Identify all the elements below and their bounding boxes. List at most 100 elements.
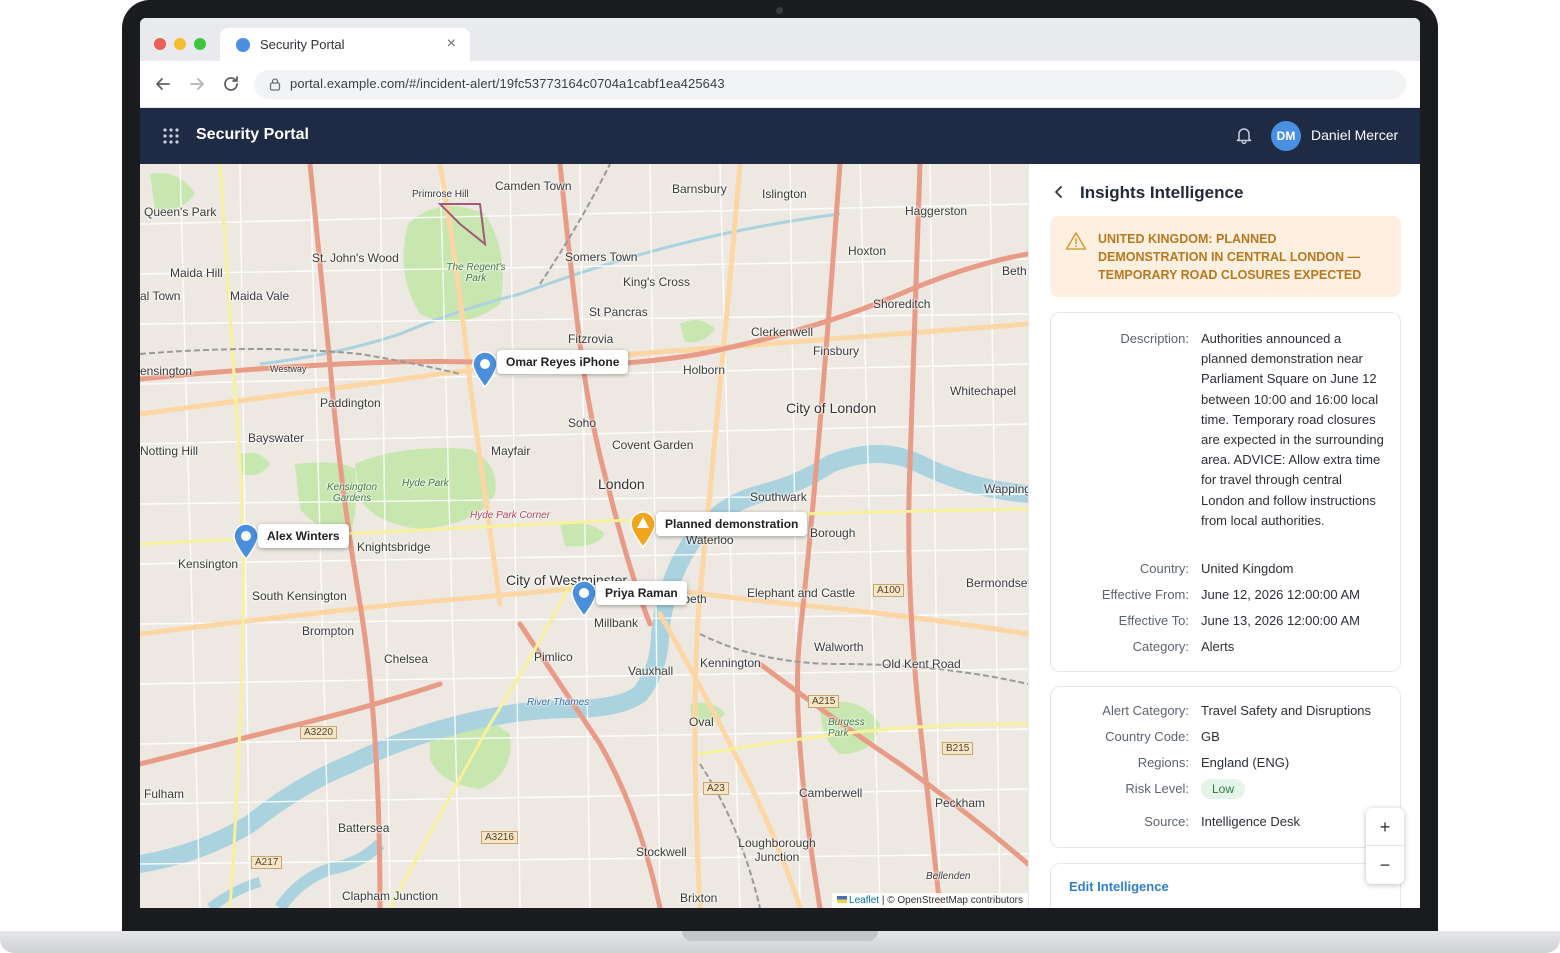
user-name[interactable]: Daniel Mercer xyxy=(1311,127,1398,143)
map-label: Bellenden xyxy=(926,871,971,882)
alert-banner: UNITED KINGDOM: PLANNED DEMONSTRATION IN… xyxy=(1050,216,1401,297)
reload-icon[interactable] xyxy=(220,73,242,95)
category-label: Category: xyxy=(1132,639,1189,654)
incident-pin-icon[interactable] xyxy=(629,510,657,548)
bell-icon[interactable] xyxy=(1234,125,1254,145)
actions-card: Edit Intelligence xyxy=(1050,863,1401,908)
map-label: Soho xyxy=(568,416,597,430)
url-text: portal.example.com/#/incident-alert/19fc… xyxy=(290,76,725,91)
browser-tabbar: Security Portal × xyxy=(140,18,1420,61)
map-label: Knightsbridge xyxy=(357,540,431,554)
country-label: Country: xyxy=(1139,561,1189,576)
map-label: City of London xyxy=(786,400,877,416)
map-label: ensington xyxy=(140,364,193,378)
map-label: Clerkenwell xyxy=(751,325,814,339)
avatar[interactable]: DM xyxy=(1271,121,1301,151)
map-label: Hyde Park xyxy=(402,478,449,489)
alert-category-value: Travel Safety and Disruptions xyxy=(1201,703,1372,718)
map-label: Millbank xyxy=(594,616,639,630)
map-label: Battersea xyxy=(338,821,390,835)
country-code-value: GB xyxy=(1201,729,1220,744)
map-label: Chelsea xyxy=(384,652,429,666)
map-label: The Regent's Park xyxy=(446,262,506,284)
map-label: Bermondsey xyxy=(966,576,1028,590)
map-label: Kennington xyxy=(700,656,761,670)
map-label: South Kensington xyxy=(252,589,347,603)
map-label: Kensington xyxy=(178,557,239,571)
road-shield: A3220 xyxy=(300,726,337,739)
map-label: St. John's Wood xyxy=(312,251,399,265)
map-label: Camden Town xyxy=(495,179,572,193)
browser-tab[interactable]: Security Portal × xyxy=(220,28,470,61)
map-label: Notting Hill xyxy=(140,444,199,458)
map-label: Old Kent Road xyxy=(882,657,961,671)
map-label: Holborn xyxy=(683,363,726,377)
map-label: Whitechapel xyxy=(950,384,1017,398)
leaflet-link[interactable]: Leaflet xyxy=(849,895,879,906)
metadata-card: Alert Category: Travel Safety and Disrup… xyxy=(1050,686,1401,848)
map-label: River Thames xyxy=(527,697,590,708)
road-shield: A217 xyxy=(251,856,283,869)
maximize-window-button[interactable] xyxy=(194,38,206,50)
map-label: Barnsbury xyxy=(672,182,727,196)
description-label: Description: xyxy=(1120,331,1189,346)
effective-to-label: Effective To: xyxy=(1118,613,1189,628)
back-arrow-icon[interactable] xyxy=(152,73,174,95)
marker-label-person[interactable]: Alex Winters xyxy=(258,524,349,548)
map-label: Westway xyxy=(270,364,307,374)
map[interactable]: Camden Town Barnsbury Islington Haggerst… xyxy=(140,164,1028,908)
close-window-button[interactable] xyxy=(154,38,166,50)
details-card: Description: Authorities announced a pla… xyxy=(1050,312,1401,672)
map-label: Hoxton xyxy=(848,244,887,258)
map-label: Southwark xyxy=(750,490,807,504)
regions-value: England (ENG) xyxy=(1201,755,1290,770)
location-pin-icon[interactable] xyxy=(471,350,499,388)
map-label: Islington xyxy=(762,187,807,201)
map-label: Brompton xyxy=(302,624,355,638)
location-pin-icon[interactable] xyxy=(570,579,598,617)
risk-level-value: Low xyxy=(1201,779,1387,799)
screen: Security Portal × portal.example.com/#/i… xyxy=(140,18,1420,908)
marker-label-incident[interactable]: Planned demonstration xyxy=(656,512,808,536)
marker-label-person[interactable]: Omar Reyes iPhone xyxy=(497,350,629,374)
edit-intelligence-link[interactable]: Edit Intelligence xyxy=(1069,879,1169,894)
forward-arrow-icon[interactable] xyxy=(186,73,208,95)
country-value: United Kingdom xyxy=(1201,561,1294,576)
map-label: Mayfair xyxy=(491,444,531,458)
alert-headline: UNITED KINGDOM: PLANNED DEMONSTRATION IN… xyxy=(1098,232,1362,282)
tab-close-icon[interactable]: × xyxy=(447,35,456,53)
marker-label-person[interactable]: Priya Raman xyxy=(596,581,687,605)
osm-attribution[interactable]: © OpenStreetMap contributors xyxy=(887,895,1023,906)
minimize-window-button[interactable] xyxy=(174,38,186,50)
map-label: Maida Vale xyxy=(230,289,290,303)
location-pin-icon[interactable] xyxy=(232,522,260,560)
address-bar[interactable]: portal.example.com/#/incident-alert/19fc… xyxy=(254,70,1406,99)
laptop-notch xyxy=(682,931,878,941)
map-label: Peckham xyxy=(935,796,986,810)
browser-toolbar: portal.example.com/#/incident-alert/19fc… xyxy=(140,61,1420,108)
lock-icon xyxy=(269,78,281,91)
app-title[interactable]: Security Portal xyxy=(196,126,309,144)
chevron-left-icon[interactable] xyxy=(1051,184,1067,200)
map-label: Wapping xyxy=(984,482,1028,496)
zoom-in-button[interactable]: + xyxy=(1366,808,1404,846)
map-label: Fulham xyxy=(144,787,185,801)
country-code-label: Country Code: xyxy=(1105,729,1189,744)
apps-grid-icon[interactable] xyxy=(162,127,180,145)
risk-level-label: Risk Level: xyxy=(1125,781,1189,796)
tab-title: Security Portal xyxy=(260,37,345,52)
map-label: Finsbury xyxy=(813,344,860,358)
map-label: Brixton xyxy=(680,891,718,905)
camera xyxy=(776,7,783,14)
road-shield: A215 xyxy=(808,695,840,708)
map-label: Somers Town xyxy=(565,250,638,264)
source-value: Intelligence Desk xyxy=(1201,814,1300,829)
road-shield: A23 xyxy=(703,782,729,795)
map-label: Bayswater xyxy=(248,431,305,445)
map-label: Hyde Park Corner xyxy=(470,510,551,521)
risk-level-badge: Low xyxy=(1201,779,1246,799)
effective-from-value: June 12, 2026 12:00:00 AM xyxy=(1201,587,1361,602)
zoom-out-button[interactable]: − xyxy=(1366,846,1404,884)
source-label: Source: xyxy=(1144,814,1189,829)
map-label: Beth xyxy=(1002,264,1027,278)
